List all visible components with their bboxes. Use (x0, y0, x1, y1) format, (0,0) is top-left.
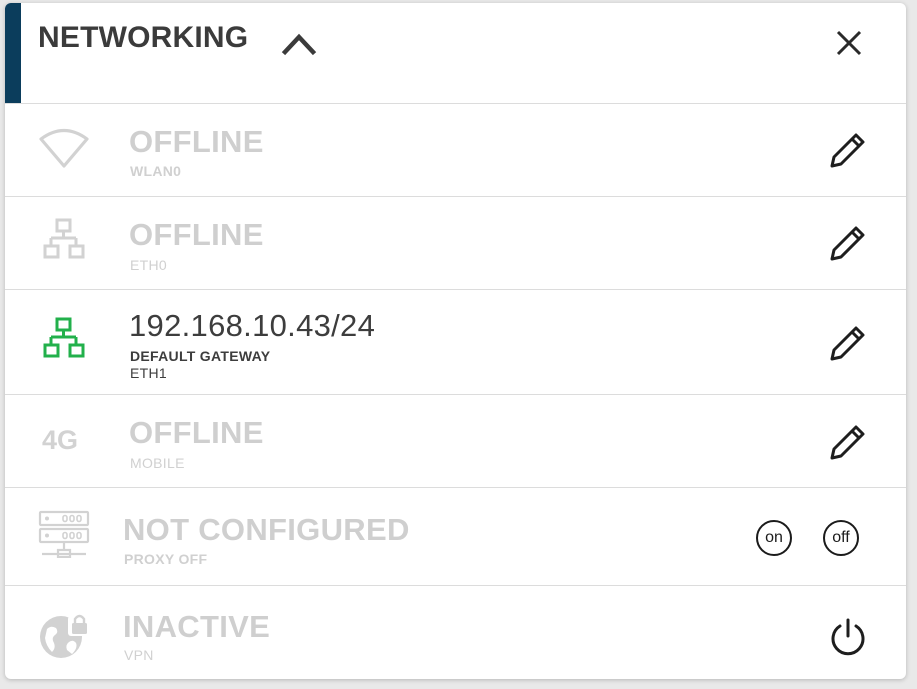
network-icon (43, 316, 85, 364)
power-icon (831, 618, 865, 656)
edit-button[interactable] (827, 129, 869, 171)
connection-detail: DEFAULT GATEWAY (130, 348, 271, 364)
connection-status: OFFLINE (129, 415, 264, 450)
connection-interface: ETH1 (130, 365, 167, 381)
pencil-icon (830, 133, 865, 168)
connection-interface: ETH0 (130, 257, 167, 273)
connection-address: 192.168.10.43/24 (129, 308, 376, 343)
pencil-icon (830, 326, 865, 361)
connection-row-eth1: 192.168.10.43/24 DEFAULT GATEWAY ETH1 (5, 290, 906, 395)
connection-status: INACTIVE (123, 609, 271, 644)
chevron-up-icon (281, 33, 317, 56)
vpn-power-button[interactable] (827, 616, 869, 658)
proxy-off-button[interactable]: off (823, 520, 859, 556)
server-icon (38, 510, 90, 562)
proxy-on-button[interactable]: on (756, 520, 792, 556)
4g-icon: 4G (42, 425, 79, 455)
connection-row-wlan0: OFFLINE WLAN0 (5, 104, 906, 197)
panel-header: NETWORKING (5, 3, 906, 104)
connection-interface: VPN (124, 647, 154, 663)
connection-status: OFFLINE (129, 217, 264, 252)
globe-lock-icon (38, 608, 94, 664)
wifi-icon (38, 128, 90, 174)
panel-title: NETWORKING (38, 21, 249, 54)
connection-row-proxy: NOT CONFIGURED PROXY OFF on off (5, 488, 906, 586)
connection-row-vpn: INACTIVE VPN (5, 586, 906, 679)
close-icon (836, 30, 862, 56)
edit-button[interactable] (827, 222, 869, 264)
connection-status: OFFLINE (129, 124, 264, 159)
networking-panel: NETWORKING OFFLINE WLAN0 OFFLINE ETH0 19… (5, 3, 906, 679)
connection-interface: MOBILE (130, 455, 185, 471)
pencil-icon (830, 425, 865, 460)
connection-row-mobile: 4G OFFLINE MOBILE (5, 395, 906, 488)
connection-status: NOT CONFIGURED (123, 512, 410, 547)
pencil-icon (830, 226, 865, 261)
connection-row-eth0: OFFLINE ETH0 (5, 197, 906, 290)
close-button[interactable] (831, 25, 867, 61)
network-icon (43, 217, 85, 265)
connection-interface: WLAN0 (130, 163, 182, 179)
collapse-button[interactable] (281, 26, 317, 58)
edit-button[interactable] (827, 421, 869, 463)
connection-interface: PROXY OFF (124, 551, 208, 567)
edit-button[interactable] (827, 322, 869, 364)
